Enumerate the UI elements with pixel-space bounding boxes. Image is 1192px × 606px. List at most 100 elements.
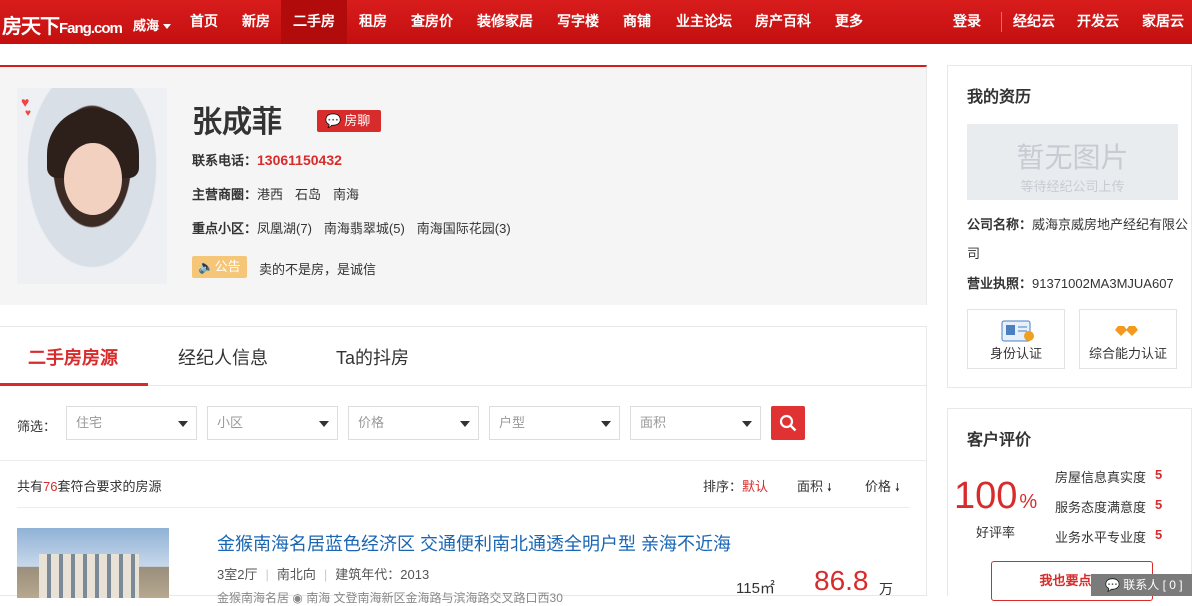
district-row: 主营商圈：港西 石岛 南海 bbox=[192, 184, 359, 203]
phone-label: 联系电话： bbox=[192, 153, 258, 168]
rating-label: 业务水平专业度 bbox=[1055, 530, 1147, 545]
tab-second-hand-listings[interactable]: 二手房房源 bbox=[28, 344, 118, 370]
city-selector[interactable]: 威海 bbox=[133, 15, 172, 34]
notice-label: 公告 bbox=[214, 259, 241, 274]
caret-down-icon bbox=[601, 421, 611, 427]
community-row: 重点小区：凤凰湖(7) 南海翡翠城(5) 南海国际花园(3) bbox=[192, 218, 511, 237]
nav-wiki[interactable]: 房产百科 bbox=[755, 0, 811, 44]
nav-office[interactable]: 写字楼 bbox=[557, 0, 599, 44]
listing-layout: 3室2厅 bbox=[217, 567, 258, 582]
select-placeholder: 住宅 bbox=[76, 415, 103, 430]
rating-score: 5 bbox=[1155, 497, 1163, 512]
listing-address-text: 南海 文登南海新区金海路与滨海路交叉路口西30 bbox=[306, 591, 563, 605]
community-link[interactable]: 南海翡翠城(5) bbox=[324, 221, 405, 236]
sort-area-label: 面积 bbox=[797, 479, 824, 494]
chat-bubble-icon: 💬 bbox=[325, 113, 342, 128]
login-link[interactable]: 登录 bbox=[953, 0, 981, 44]
tab-agent-info[interactable]: 经纪人信息 bbox=[178, 344, 268, 370]
filter-type-select[interactable]: 住宅 bbox=[66, 406, 197, 440]
nav-rent[interactable]: 租房 bbox=[359, 0, 387, 44]
no-image-text: 暂无图片 bbox=[1016, 142, 1129, 173]
arrow-down-icon: 🠗 bbox=[827, 482, 832, 494]
filter-price-select[interactable]: 价格 bbox=[348, 406, 479, 440]
filter-label: 筛选： bbox=[17, 419, 57, 434]
business-license: 营业执照：91371002MA3MJUA607 bbox=[967, 269, 1191, 298]
site-logo[interactable]: 房天下Fang.com bbox=[2, 10, 123, 39]
identity-cert[interactable]: 身份认证 bbox=[967, 309, 1065, 369]
community-link[interactable]: 南海国际花园(3) bbox=[417, 221, 511, 236]
chat-bubble-icon: 💬 bbox=[1105, 578, 1120, 592]
phone-row: 联系电话：13061150432 bbox=[192, 150, 342, 169]
caret-down-icon bbox=[460, 421, 470, 427]
company-label: 公司名称： bbox=[967, 217, 1033, 232]
nav-agent-cloud[interactable]: 经纪云 bbox=[1013, 0, 1055, 44]
listing-price-unit: 万 bbox=[879, 581, 893, 597]
notice-badge: 🔈公告 bbox=[192, 256, 247, 278]
sort-default[interactable]: 默认 bbox=[742, 479, 768, 494]
phone-number[interactable]: 13061150432 bbox=[257, 152, 342, 168]
community-link[interactable]: 凤凰湖(7) bbox=[257, 221, 312, 236]
rating-label: 服务态度满意度 bbox=[1055, 500, 1147, 515]
chat-button-label: 房聊 bbox=[344, 113, 371, 128]
sort-label: 排序：默认 bbox=[703, 476, 768, 495]
ability-cert-label: 综合能力认证 bbox=[1088, 346, 1167, 361]
nav-price[interactable]: 查房价 bbox=[411, 0, 453, 44]
rating-label: 房屋信息真实度 bbox=[1055, 470, 1147, 485]
nav-decoration[interactable]: 装修家居 bbox=[477, 0, 533, 44]
chevron-down-icon bbox=[163, 24, 172, 30]
listing-community[interactable]: 金猴南海名居 bbox=[217, 591, 289, 605]
nav-home-cloud[interactable]: 家居云 bbox=[1142, 0, 1184, 44]
speaker-icon: 🔈 bbox=[198, 259, 215, 274]
tab-douyin[interactable]: Ta的抖房 bbox=[336, 344, 409, 370]
heart-icon: ♥ bbox=[25, 108, 31, 119]
caret-down-icon bbox=[742, 421, 752, 427]
location-icon: ◉ bbox=[292, 591, 303, 605]
nav-more[interactable]: 更多 bbox=[835, 0, 863, 44]
rating-score: 5 bbox=[1155, 527, 1163, 542]
meta-separator: | bbox=[323, 567, 328, 582]
id-card-icon bbox=[968, 320, 1064, 345]
district-item: 南海 bbox=[333, 187, 360, 202]
nav-shop[interactable]: 商铺 bbox=[623, 0, 651, 44]
rating-score: 5 bbox=[1155, 467, 1163, 482]
search-icon bbox=[779, 414, 797, 432]
rating-item: 业务水平专业度 5 bbox=[1055, 527, 1162, 546]
result-suffix: 套符合要求的房源 bbox=[57, 479, 162, 494]
listing-orientation: 南北向 bbox=[276, 567, 316, 582]
nav-second-hand[interactable]: 二手房 bbox=[281, 0, 347, 44]
nav-new-house[interactable]: 新房 bbox=[242, 0, 270, 44]
listing-meta: 3室2厅 | 南北向 | 建筑年代：2013 bbox=[217, 564, 429, 583]
chat-button[interactable]: 💬 房聊 bbox=[317, 110, 382, 132]
caret-down-icon bbox=[178, 421, 188, 427]
nav-divider bbox=[1001, 12, 1002, 32]
nav-home[interactable]: 首页 bbox=[190, 0, 218, 44]
active-tab-indicator bbox=[0, 383, 148, 386]
contacts-chat-bar[interactable]: 💬 联系人 [ 0 ] bbox=[1091, 574, 1192, 596]
district-item: 港西 bbox=[257, 187, 284, 202]
filter-community-select[interactable]: 小区 bbox=[207, 406, 338, 440]
caret-down-icon bbox=[319, 421, 329, 427]
listing-thumbnail[interactable] bbox=[17, 528, 169, 598]
nav-forum[interactable]: 业主论坛 bbox=[676, 0, 732, 44]
contacts-label: 联系人 [ 0 ] bbox=[1123, 578, 1183, 592]
result-count: 共有76套符合要求的房源 bbox=[17, 476, 162, 495]
listing-area: 115㎡ bbox=[736, 580, 775, 597]
ability-cert[interactable]: 综合能力认证 bbox=[1079, 309, 1177, 369]
review-panel: 客户评价 100% 好评率 房屋信息真实度 5 服务态度满意度 5 业务水平专业度 5… bbox=[947, 408, 1192, 601]
select-placeholder: 户型 bbox=[499, 415, 526, 430]
no-image-placeholder: 暂无图片 等待经纪公司上传 bbox=[967, 124, 1178, 200]
filter-layout-select[interactable]: 户型 bbox=[489, 406, 620, 440]
district-item: 石岛 bbox=[295, 187, 322, 202]
agent-name: 张成菲 bbox=[192, 106, 282, 139]
good-rate-value: 100 bbox=[954, 475, 1018, 517]
nav-developer-cloud[interactable]: 开发云 bbox=[1077, 0, 1119, 44]
sort-price-button[interactable]: 价格 🠗 bbox=[865, 476, 900, 498]
filter-area-select[interactable]: 面积 bbox=[630, 406, 761, 440]
community-label: 重点小区： bbox=[192, 221, 258, 236]
district-label: 主营商圈： bbox=[192, 187, 258, 202]
sort-area-button[interactable]: 面积 🠗 bbox=[797, 476, 832, 498]
listing-title[interactable]: 金猴南海名居蓝色经济区 交通便利南北通透全明户型 亲海不近海 bbox=[217, 530, 731, 556]
search-button[interactable] bbox=[771, 406, 805, 440]
diamond-icon bbox=[1080, 320, 1176, 345]
good-rate-label: 好评率 bbox=[976, 525, 1016, 540]
